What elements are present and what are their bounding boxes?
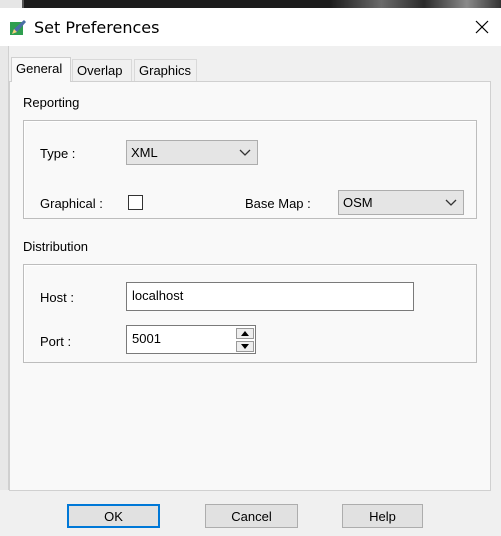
port-increment-button[interactable] [236, 328, 254, 339]
chevron-down-icon [239, 149, 251, 156]
tab-graphics[interactable]: Graphics [134, 59, 197, 81]
close-icon[interactable] [468, 13, 496, 41]
basemap-select[interactable]: OSM [338, 190, 464, 215]
chevron-down-icon [445, 199, 457, 206]
window-title: Set Preferences [34, 18, 160, 37]
basemap-label: Base Map : [245, 196, 311, 211]
port-decrement-button[interactable] [236, 341, 254, 352]
type-label: Type : [40, 146, 76, 161]
type-select-value: XML [131, 145, 158, 160]
distribution-section-label: Distribution [23, 239, 89, 254]
tab-general[interactable]: General [11, 57, 71, 82]
port-value: 5001 [132, 331, 161, 346]
graphical-label: Graphical : [40, 196, 103, 211]
port-label: Port : [40, 334, 72, 349]
ok-button[interactable]: OK [67, 504, 160, 528]
arrow-down-icon [241, 344, 249, 349]
arrow-up-icon [241, 331, 249, 336]
tab-overlap[interactable]: Overlap [72, 59, 132, 81]
basemap-select-value: OSM [343, 195, 373, 210]
type-select[interactable]: XML [126, 140, 258, 165]
pencil-app-icon [9, 19, 27, 37]
graphical-checkbox[interactable] [128, 195, 143, 210]
reporting-section-label: Reporting [23, 95, 80, 110]
host-input[interactable]: localhost [126, 282, 414, 311]
help-button[interactable]: Help [342, 504, 423, 528]
host-label: Host : [40, 290, 74, 305]
background-window-edge [0, 46, 9, 490]
background-window-strip [0, 0, 501, 8]
cancel-button[interactable]: Cancel [205, 504, 298, 528]
title-bar[interactable]: Set Preferences [0, 8, 501, 46]
